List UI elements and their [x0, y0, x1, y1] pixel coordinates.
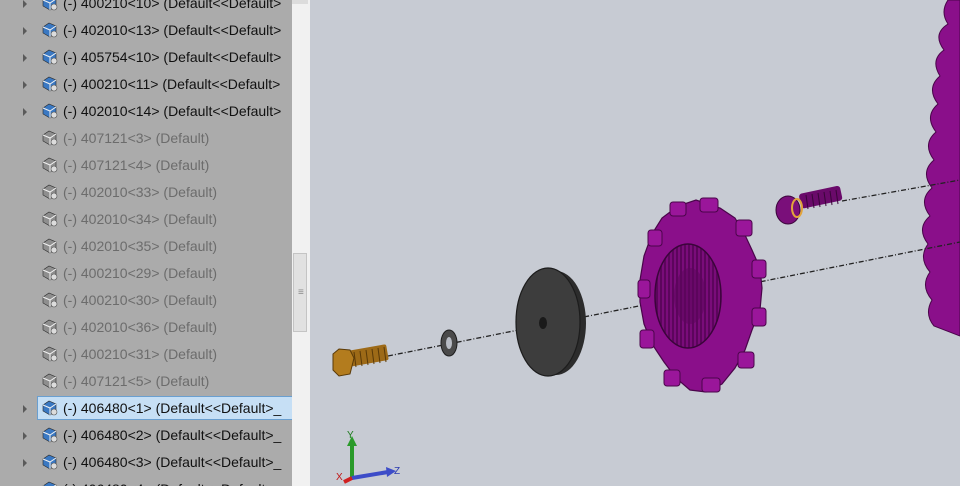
- tree-item-label: (-) 400210<29> (Default): [63, 265, 218, 281]
- part-component-icon: [41, 49, 59, 65]
- tree-item-label: (-) 406480<2> (Default<<Default>_: [63, 427, 282, 443]
- expand-triangle-icon[interactable]: [23, 27, 27, 35]
- tree-item[interactable]: (-) 400210<29> (Default): [0, 260, 292, 287]
- tree-item[interactable]: (-) 402010<33> (Default): [0, 179, 292, 206]
- z-axis-label: Z: [394, 466, 401, 477]
- part-component-icon: [41, 0, 59, 11]
- tree-item[interactable]: (-) 402010<36> (Default): [0, 314, 292, 341]
- feature-tree-panel[interactable]: (-) 400210<10> (Default<<Default> (-) 402…: [0, 0, 292, 486]
- assembly-scene: [332, 0, 960, 393]
- tree-item-label: (-) 407121<5> (Default): [63, 373, 210, 389]
- tree-item[interactable]: (-) 405754<10> (Default<<Default>: [0, 44, 292, 71]
- tree-item[interactable]: (-) 400210<30> (Default): [0, 287, 292, 314]
- tree-item[interactable]: (-) 407121<4> (Default): [0, 152, 292, 179]
- tree-item[interactable]: (-) 407121<3> (Default): [0, 125, 292, 152]
- tree-item-label: (-) 402010<34> (Default): [63, 211, 218, 227]
- tree-item[interactable]: (-) 406480<2> (Default<<Default>_: [0, 422, 292, 449]
- part-component-icon: [41, 130, 59, 146]
- tree-item-label: (-) 406480<1> (Default<<Default>_: [63, 400, 282, 416]
- tree-item-label: (-) 402010<13> (Default<<Default>: [63, 22, 282, 38]
- scrollbar-thumb[interactable]: ≡: [293, 253, 307, 332]
- grip-icon: ≡: [298, 287, 304, 298]
- part-component-icon: [41, 238, 59, 254]
- tree-item[interactable]: (-) 406480<4> (Default<<Default>: [0, 476, 292, 486]
- part-component-icon: [41, 76, 59, 92]
- washer[interactable]: [440, 329, 458, 357]
- tree-item-label: (-) 400210<30> (Default): [63, 292, 218, 308]
- tree-item-label: (-) 402010<33> (Default): [63, 184, 218, 200]
- tree-item[interactable]: (-) 406480<1> (Default<<Default>_: [0, 395, 292, 422]
- tree-item[interactable]: (-) 402010<14> (Default<<Default>: [0, 98, 292, 125]
- part-component-icon: [41, 292, 59, 308]
- tree-item-label: (-) 406480<3> (Default<<Default>_: [63, 454, 282, 470]
- tree-item-label: (-) 405754<10> (Default<<Default>: [63, 49, 282, 65]
- part-component-icon: [41, 157, 59, 173]
- tree-item-label: (-) 402010<35> (Default): [63, 238, 218, 254]
- expand-triangle-icon[interactable]: [23, 0, 27, 8]
- part-component-icon: [41, 346, 59, 362]
- part-component-icon: [41, 211, 59, 227]
- tree-item-label: (-) 400210<11> (Default<<Default>: [63, 76, 281, 92]
- expand-triangle-icon[interactable]: [23, 81, 27, 89]
- expand-triangle-icon[interactable]: [23, 405, 27, 413]
- tree-item-label: (-) 407121<4> (Default): [63, 157, 210, 173]
- tree-item[interactable]: (-) 402010<34> (Default): [0, 206, 292, 233]
- tree-item[interactable]: (-) 407121<5> (Default): [0, 368, 292, 395]
- x-axis-label: X: [336, 472, 343, 483]
- panel-splitter[interactable]: [292, 0, 310, 486]
- coordinate-triad-icon[interactable]: Y Z X: [336, 430, 406, 486]
- small-bolt[interactable]: [775, 185, 843, 225]
- spacer-disc[interactable]: [515, 267, 586, 377]
- tree-item[interactable]: (-) 402010<35> (Default): [0, 233, 292, 260]
- part-component-icon: [41, 454, 59, 470]
- part-component-icon: [41, 22, 59, 38]
- y-axis-label: Y: [347, 430, 354, 441]
- expand-triangle-icon[interactable]: [23, 54, 27, 62]
- part-component-icon: [41, 265, 59, 281]
- scrollbar-track[interactable]: [292, 0, 308, 4]
- tree-item[interactable]: (-) 400210<10> (Default<<Default>: [0, 0, 292, 17]
- tree-item-label: (-) 406480<4> (Default<<Default>: [63, 481, 274, 486]
- tree-item-label: (-) 407121<3> (Default): [63, 130, 210, 146]
- part-component-icon: [41, 427, 59, 443]
- large-sprocket[interactable]: [922, 0, 960, 337]
- part-component-icon: [41, 103, 59, 119]
- part-component-icon: [41, 400, 59, 416]
- tree-item[interactable]: (-) 406480<3> (Default<<Default>_: [0, 449, 292, 476]
- part-component-icon: [41, 319, 59, 335]
- part-component-icon: [41, 481, 59, 486]
- expand-triangle-icon[interactable]: [23, 108, 27, 116]
- tree-item-label: (-) 400210<31> (Default): [63, 346, 218, 362]
- tree-item-label: (-) 402010<14> (Default<<Default>: [63, 103, 282, 119]
- tree-item[interactable]: (-) 400210<11> (Default<<Default>: [0, 71, 292, 98]
- expand-triangle-icon[interactable]: [23, 459, 27, 467]
- graphics-viewport[interactable]: Y Z X: [310, 0, 960, 486]
- part-component-icon: [41, 373, 59, 389]
- tree-item-label: (-) 402010<36> (Default): [63, 319, 218, 335]
- sprocket-hub[interactable]: [637, 197, 767, 393]
- tree-item[interactable]: (-) 402010<13> (Default<<Default>: [0, 17, 292, 44]
- tree-item[interactable]: (-) 400210<31> (Default): [0, 341, 292, 368]
- tree-item-label: (-) 400210<10> (Default<<Default>: [63, 0, 282, 11]
- expand-triangle-icon[interactable]: [23, 432, 27, 440]
- hex-bolt[interactable]: [332, 344, 389, 377]
- part-component-icon: [41, 184, 59, 200]
